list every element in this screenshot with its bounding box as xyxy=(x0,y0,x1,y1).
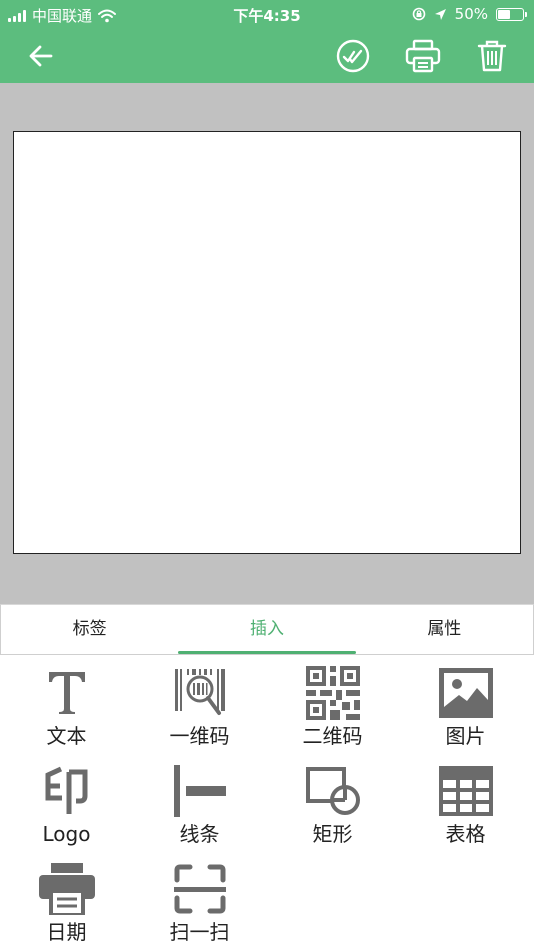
tool-label: Logo xyxy=(42,822,91,846)
battery-fill xyxy=(498,9,510,19)
tool-line[interactable]: 线条 xyxy=(133,761,266,847)
seal-icon xyxy=(45,766,87,814)
nav-bar xyxy=(0,28,534,83)
tool-label: 一维码 xyxy=(169,724,230,748)
tool-date[interactable]: 日期 xyxy=(0,859,133,945)
tool-label: 日期 xyxy=(46,920,87,944)
back-button[interactable] xyxy=(21,36,61,76)
tab-properties[interactable]: 属性 xyxy=(356,605,533,654)
tool-label: 表格 xyxy=(445,822,486,846)
tool-rectangle[interactable]: 矩形 xyxy=(266,761,399,847)
barcode-icon xyxy=(174,669,225,715)
tool-text[interactable]: 文本 xyxy=(0,663,133,749)
tool-label: 文本 xyxy=(46,724,87,748)
print-button[interactable] xyxy=(403,36,443,76)
scan-icon xyxy=(173,864,226,914)
line-icon xyxy=(173,765,226,817)
rotation-lock-icon xyxy=(412,7,425,21)
image-icon xyxy=(438,668,493,718)
tool-logo[interactable]: Logo xyxy=(0,761,133,847)
tool-qrcode[interactable]: 二维码 xyxy=(266,663,399,749)
qrcode-icon xyxy=(305,666,360,720)
location-icon xyxy=(434,8,446,20)
editor-workspace xyxy=(0,83,534,604)
battery-icon xyxy=(496,7,527,21)
verify-button[interactable] xyxy=(333,36,373,76)
printer-icon xyxy=(405,39,441,73)
tool-label: 扫一扫 xyxy=(169,920,230,944)
tool-label: 矩形 xyxy=(312,822,353,846)
tool-label: 二维码 xyxy=(302,724,363,748)
tool-label: 线条 xyxy=(179,822,220,846)
tab-label[interactable]: 标签 xyxy=(1,605,178,654)
label-canvas[interactable] xyxy=(13,131,521,554)
tab-insert[interactable]: 插入 xyxy=(178,605,356,654)
delete-button[interactable] xyxy=(472,36,512,76)
status-right: 50% xyxy=(412,5,527,23)
tab-bar: 标签 插入 属性 xyxy=(0,604,534,655)
text-icon xyxy=(48,672,85,714)
tool-table[interactable]: 表格 xyxy=(399,761,532,847)
tool-label: 图片 xyxy=(445,724,486,748)
tool-image[interactable]: 图片 xyxy=(399,663,532,749)
trash-icon xyxy=(477,40,507,72)
check-circle-icon xyxy=(336,39,370,73)
printer-icon xyxy=(38,863,95,915)
tool-scan[interactable]: 扫一扫 xyxy=(133,859,266,945)
tool-barcode[interactable]: 一维码 xyxy=(133,663,266,749)
back-arrow-icon xyxy=(29,45,53,67)
table-icon xyxy=(438,766,493,816)
top-bar: 中国联通 下午4:35 50% xyxy=(0,0,534,83)
status-bar: 中国联通 下午4:35 50% xyxy=(0,0,534,28)
rectangle-icon xyxy=(305,767,360,815)
battery-percent: 50% xyxy=(454,5,488,23)
